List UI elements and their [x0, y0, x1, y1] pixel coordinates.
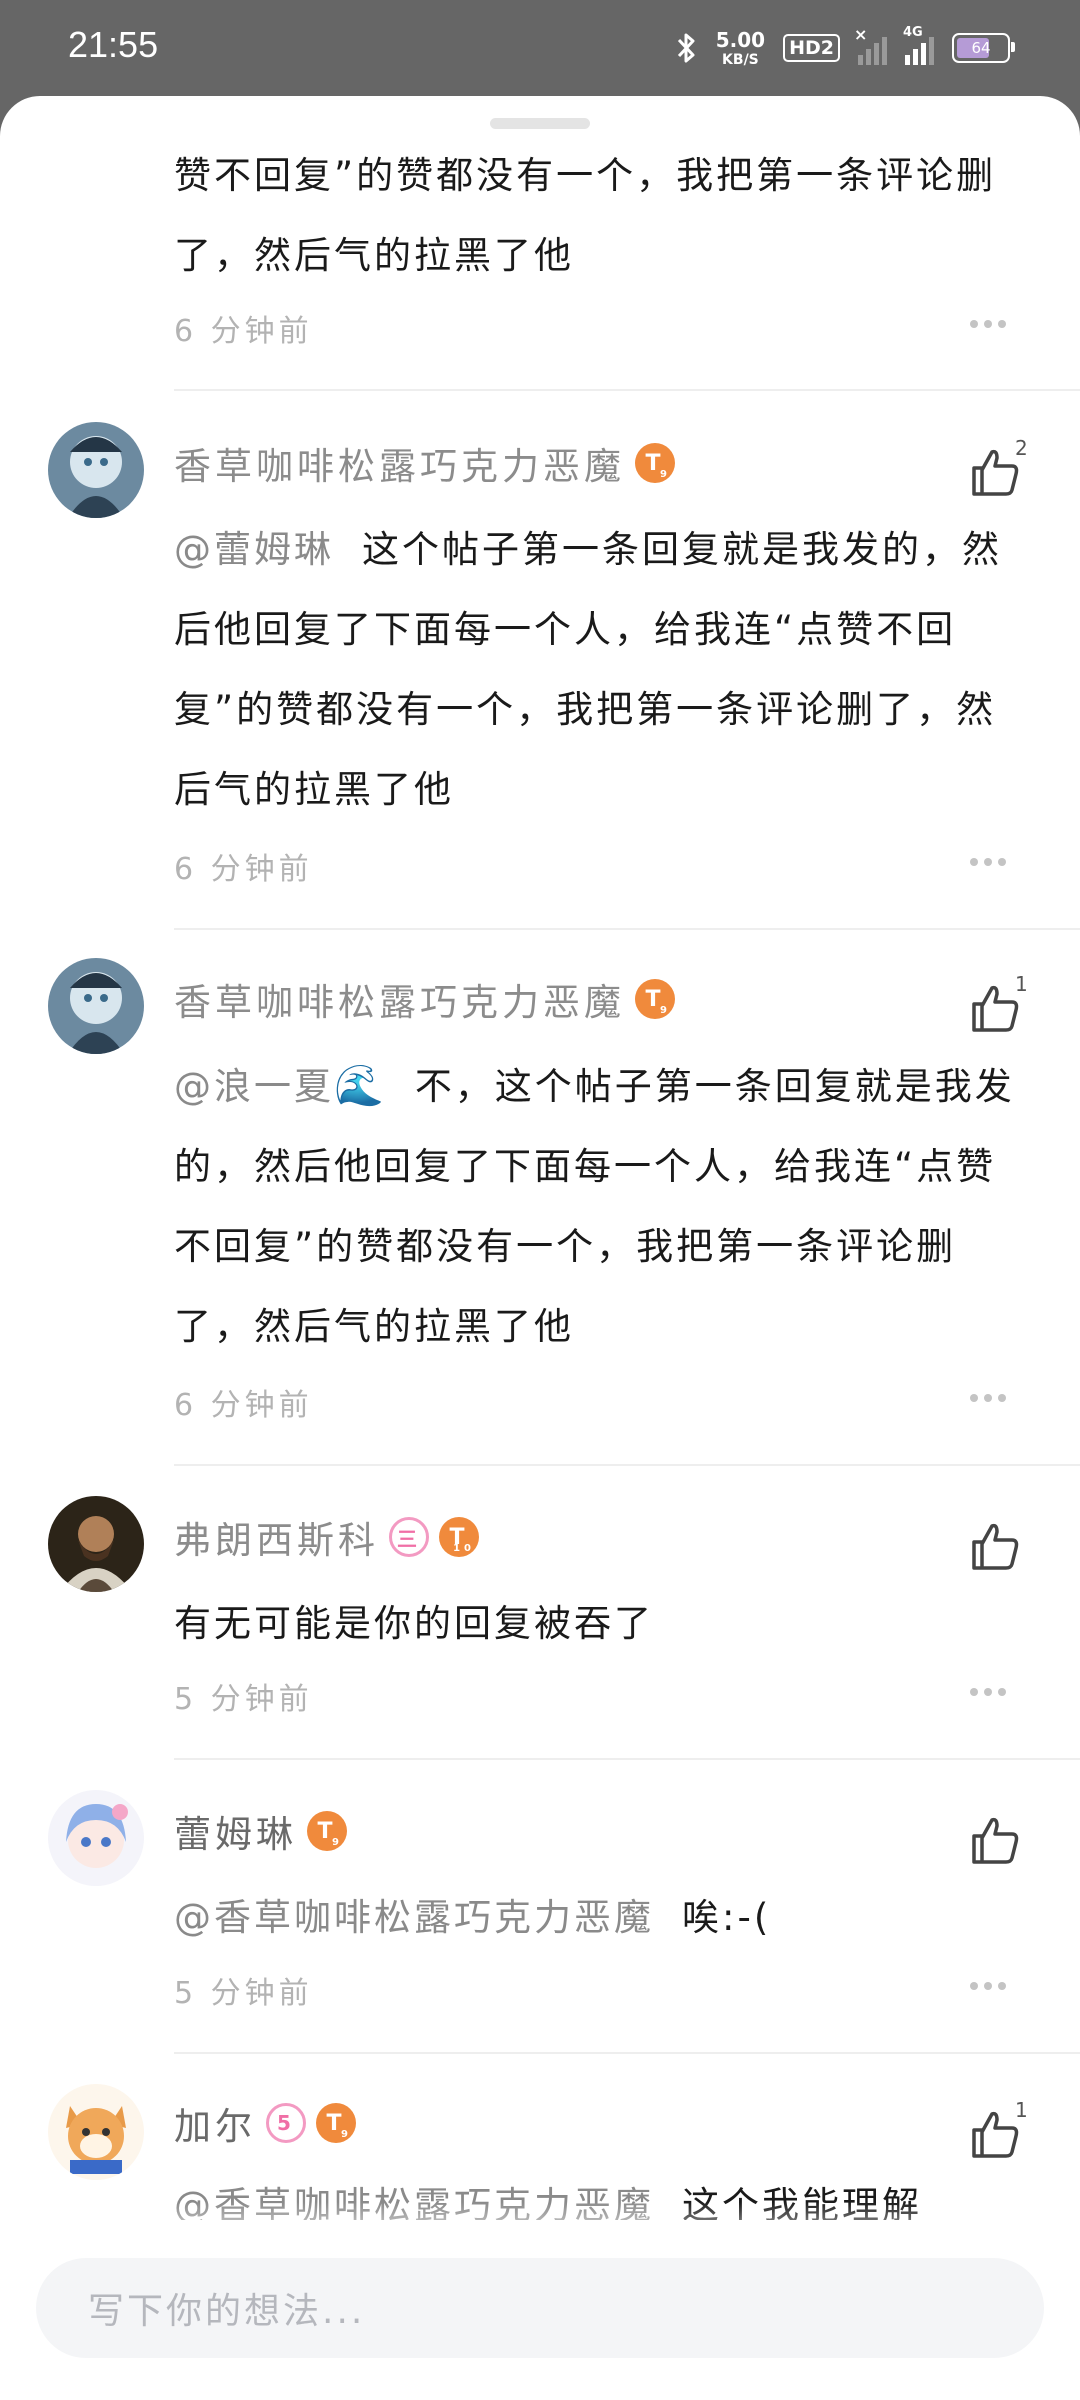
- like-count: 2: [1015, 436, 1028, 460]
- status-bar: 21:55 5.00 KB/S HD2 × 4G 64: [0, 0, 1080, 96]
- level-badge-icon: T9: [635, 443, 675, 483]
- network-speed: 5.00 KB/S: [716, 30, 765, 67]
- level-badge-icon: T9: [635, 979, 675, 1019]
- fan-badge-icon: 三: [389, 1517, 429, 1557]
- divider: [174, 1758, 1080, 1760]
- comment-input-bar: 写下你的想法...: [0, 2220, 1080, 2400]
- more-options-icon[interactable]: [970, 1982, 1006, 1990]
- divider: [174, 389, 1080, 391]
- comment-username[interactable]: 香草咖啡松露巧克力恶魔 T9: [174, 436, 675, 490]
- comment-username[interactable]: 蕾姆琳 T9: [174, 1804, 347, 1858]
- avatar[interactable]: [48, 958, 144, 1054]
- avatar[interactable]: [48, 2084, 144, 2180]
- signal-sim2-icon: 4G: [903, 25, 934, 65]
- username-text[interactable]: 香草咖啡松露巧克力恶魔: [174, 972, 625, 1026]
- comment-text: 赞不回复”的赞都没有一个，我把第一条评论删了，然后气的拉黑了他: [174, 154, 997, 277]
- signal-sim1-icon: ×: [854, 25, 887, 65]
- level-badge-icon: T9: [307, 1811, 347, 1851]
- hd-voice-icon: HD2: [783, 34, 840, 62]
- like-icon[interactable]: [966, 980, 1022, 1036]
- network-type: 4G: [903, 25, 923, 40]
- comment-time: 6 分钟前: [174, 1388, 313, 1423]
- fan-badge-icon: 5: [266, 2103, 306, 2143]
- like-icon[interactable]: [966, 1812, 1022, 1868]
- comment-text: @蕾姆琳 这个帖子第一条回复就是我发的，然后他回复了下面每一个人，给我连“点赞不回…: [174, 528, 1002, 811]
- comment-username[interactable]: 香草咖啡松露巧克力恶魔 T9: [174, 972, 675, 1026]
- comment-time: 6 分钟前: [174, 852, 313, 887]
- battery-level: 64: [971, 39, 991, 57]
- mention-link[interactable]: @蕾姆琳: [174, 528, 334, 571]
- like-icon[interactable]: [966, 1518, 1022, 1574]
- like-icon[interactable]: [966, 2106, 1022, 2162]
- more-options-icon[interactable]: [970, 1394, 1006, 1402]
- avatar[interactable]: [48, 422, 144, 518]
- comment-time: 5 分钟前: [174, 1976, 313, 2011]
- comment-time: 6 分钟前: [174, 314, 313, 349]
- more-options-icon[interactable]: [970, 1688, 1006, 1696]
- comment-username[interactable]: 弗朗西斯科 三 T 10: [174, 1510, 479, 1564]
- level-badge-icon: T 10: [439, 1517, 479, 1557]
- comment-input[interactable]: 写下你的想法...: [36, 2258, 1044, 2358]
- status-icons: 5.00 KB/S HD2 × 4G 64: [676, 22, 1015, 74]
- comment-username[interactable]: 加尔 5 T9: [174, 2096, 356, 2150]
- username-text[interactable]: 加尔: [174, 2096, 256, 2150]
- like-count: 1: [1015, 972, 1028, 996]
- bluetooth-icon: [677, 33, 695, 63]
- comment-time: 5 分钟前: [174, 1682, 313, 1717]
- comments-sheet: 赞不回复”的赞都没有一个，我把第一条评论删了，然后气的拉黑了他 6 分钟前 香草…: [0, 96, 1080, 2400]
- like-count: 1: [1015, 2098, 1028, 2122]
- more-options-icon[interactable]: [970, 858, 1006, 866]
- network-speed-unit: KB/S: [722, 51, 759, 68]
- mention-link[interactable]: @香草咖啡松露巧克力恶魔: [174, 1896, 654, 1939]
- battery-icon: 64: [952, 33, 1015, 63]
- divider: [174, 1464, 1080, 1466]
- username-text[interactable]: 蕾姆琳: [174, 1804, 297, 1858]
- username-text[interactable]: 香草咖啡松露巧克力恶魔: [174, 436, 625, 490]
- mention-link[interactable]: @浪一夏: [174, 1065, 334, 1108]
- wave-emoji-icon: 🌊: [334, 1063, 387, 1109]
- like-icon[interactable]: [966, 444, 1022, 500]
- divider: [174, 928, 1080, 930]
- more-options-icon[interactable]: [970, 320, 1006, 328]
- username-text[interactable]: 弗朗西斯科: [174, 1510, 379, 1564]
- comment-text: @浪一夏🌊 不，这个帖子第一条回复就是我发的，然后他回复了下面每一个人，给我连“点…: [174, 1046, 1030, 1367]
- avatar[interactable]: [48, 1790, 144, 1886]
- network-speed-value: 5.00: [715, 27, 766, 52]
- comment-text: 有无可能是你的回复被吞了: [174, 1602, 654, 1645]
- divider: [174, 2052, 1080, 2054]
- comment-text: @香草咖啡松露巧克力恶魔 唉:-(: [174, 1896, 772, 1939]
- avatar[interactable]: [48, 1496, 144, 1592]
- drag-handle[interactable]: [490, 118, 590, 129]
- level-badge-icon: T9: [316, 2103, 356, 2143]
- status-time: 21:55: [68, 24, 159, 65]
